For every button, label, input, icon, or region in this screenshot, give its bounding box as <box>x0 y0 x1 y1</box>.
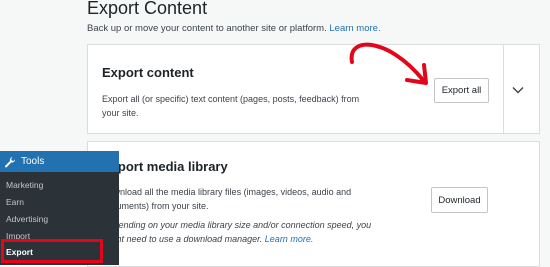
export-media-title: Export media library <box>102 159 228 174</box>
export-all-button[interactable]: Export all <box>434 78 489 103</box>
export-content-title: Export content <box>102 65 194 80</box>
learn-more-link[interactable]: Learn more. <box>329 23 380 34</box>
card-divider <box>503 45 504 133</box>
wrench-icon <box>5 156 15 167</box>
export-media-note-text: Depending on your media library size and… <box>102 220 372 244</box>
export-media-description: Download all the media library files (im… <box>102 187 352 211</box>
download-button[interactable]: Download <box>431 187 488 213</box>
admin-sidebar: Tools Marketing Earn Advertising Import … <box>0 151 119 265</box>
export-media-card: Export media library Download all the me… <box>87 141 540 267</box>
page-description: Back up or move your content to another … <box>87 23 381 34</box>
sidebar-item-advertising[interactable]: Advertising <box>6 214 48 224</box>
page-description-text: Back up or move your content to another … <box>87 23 327 34</box>
export-content-card: Export content Export all (or specific) … <box>87 44 540 134</box>
sidebar-item-tools[interactable]: Tools <box>0 151 119 172</box>
media-learn-more-link[interactable]: Learn more. <box>265 234 314 244</box>
sidebar-item-earn[interactable]: Earn <box>6 197 24 207</box>
page-title: Export Content <box>87 0 208 18</box>
chevron-down-icon[interactable] <box>509 81 527 99</box>
sidebar-item-marketing[interactable]: Marketing <box>6 180 43 190</box>
sidebar-title: Tools <box>21 156 45 167</box>
export-content-description: Export all (or specific) text content (p… <box>102 94 360 118</box>
annotation-highlight-box <box>1 239 103 263</box>
export-media-note: Depending on your media library size and… <box>102 218 372 246</box>
